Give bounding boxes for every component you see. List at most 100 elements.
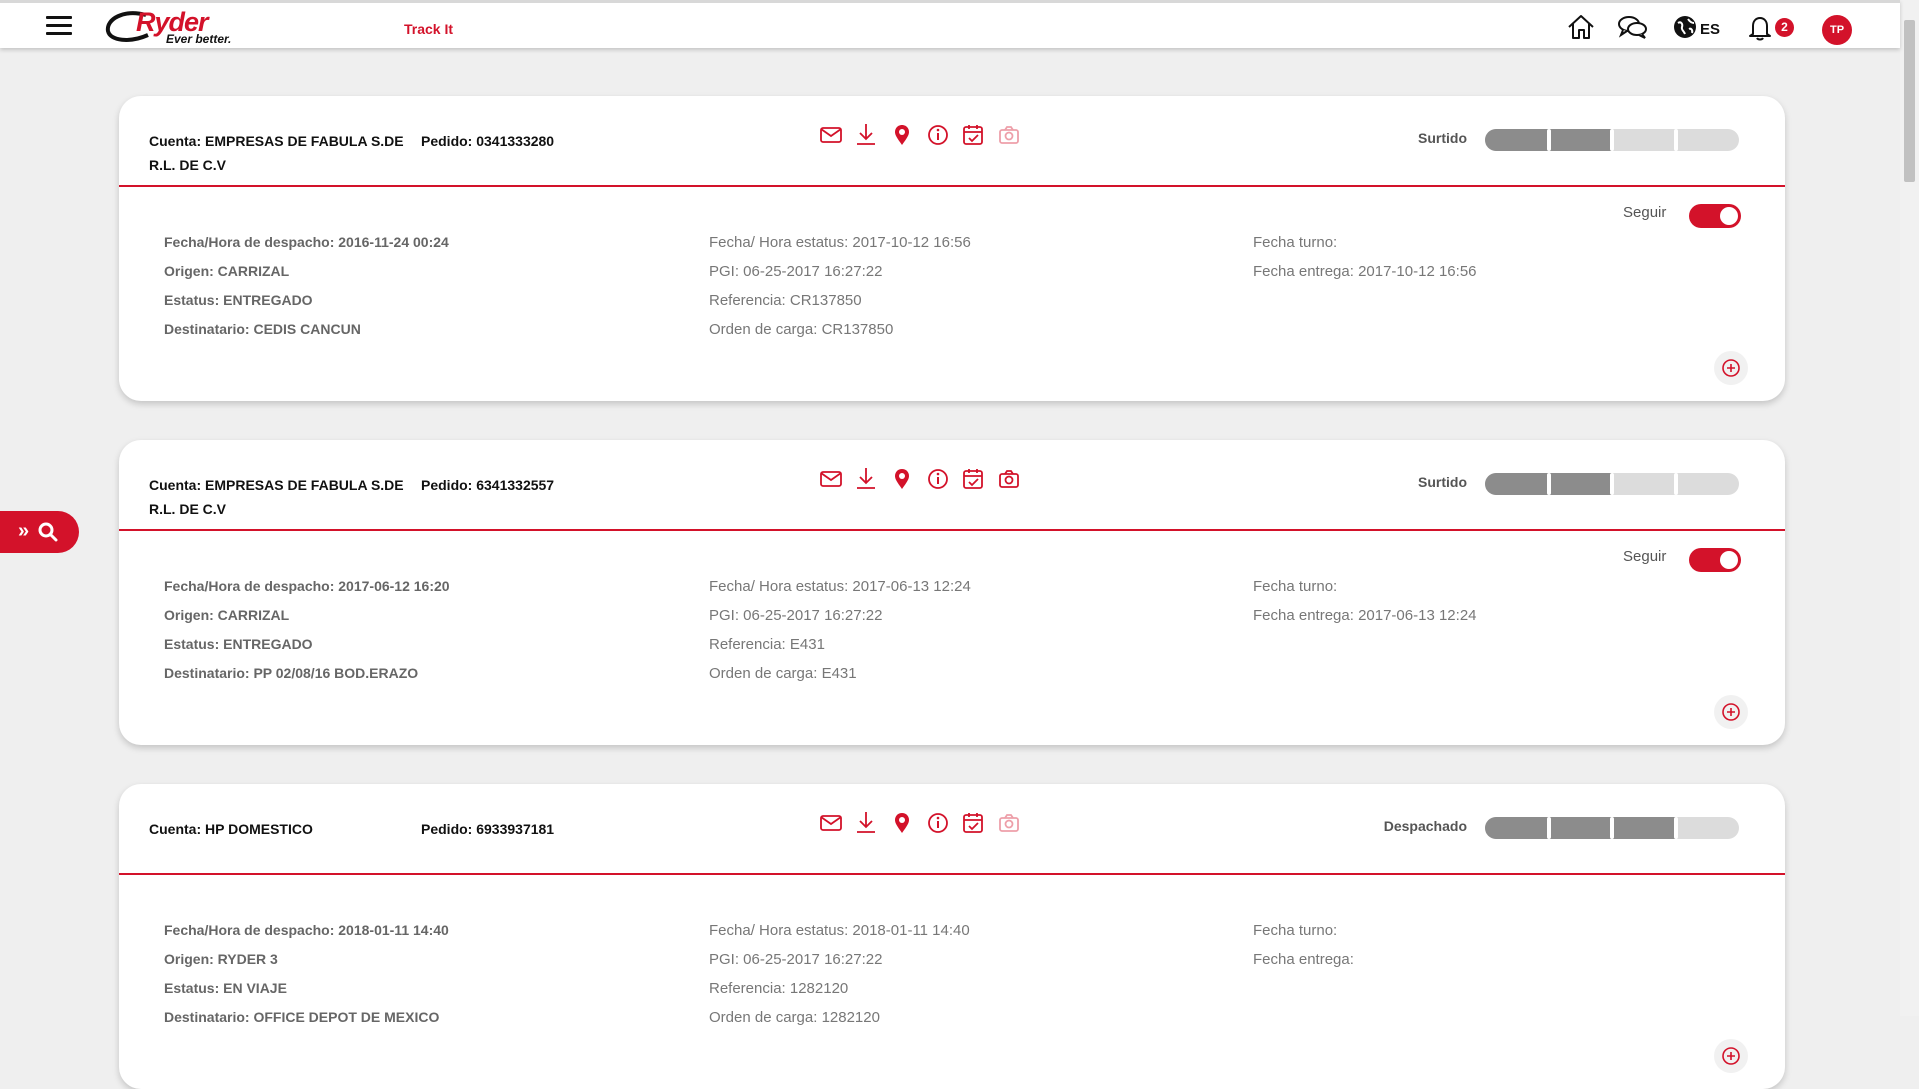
ryder-logo[interactable]: Ryder Ever better. [104, 7, 234, 49]
status-detail: Estatus: ENTREGADO [164, 292, 313, 308]
order-card-header: Cuenta: EMPRESAS DE FABULA S.DE R.L. DE … [119, 440, 1785, 531]
shipment-details-column: Fecha/Hora de despacho: 2016-11-24 00:24… [164, 228, 449, 344]
follow-label: Seguir [1623, 548, 1667, 565]
order-status-label: Despachado [1383, 818, 1467, 834]
order-number: Pedido: 0341333280 [421, 133, 555, 149]
shift-date: Fecha turno: [1253, 922, 1338, 939]
camera-icon[interactable] [995, 465, 1023, 493]
origin: Origen: CARRIZAL [164, 607, 290, 623]
order-card: Cuenta: HP DOMESTICO Pedido: 6933937181 [119, 784, 1785, 1089]
progress-step-completed [1485, 473, 1549, 495]
origin: Origen: RYDER 3 [164, 951, 278, 967]
progress-step-divider [1546, 129, 1551, 151]
chat-bubbles-icon[interactable] [1617, 13, 1649, 41]
follow-toggle[interactable] [1689, 204, 1741, 228]
shift-date: Fecha turno: [1253, 578, 1338, 595]
progress-step-completed [1485, 817, 1549, 839]
reference: Referencia: CR137850 [709, 292, 862, 309]
recipient: Destinatario: CEDIS CANCUN [164, 321, 361, 337]
status-datetime: Fecha/ Hora estatus: 2017-10-12 16:56 [709, 234, 971, 251]
download-icon[interactable] [852, 121, 880, 149]
plus-circle-icon [1722, 1047, 1740, 1065]
order-progress-bar [1485, 817, 1739, 839]
order-card-header: Cuenta: EMPRESAS DE FABULA S.DE R.L. DE … [119, 96, 1785, 187]
progress-step-divider [1673, 129, 1678, 151]
shift-date: Fecha turno: [1253, 234, 1338, 251]
hamburger-menu-icon[interactable] [46, 16, 72, 38]
delivery-details-column: Fecha turno: Fecha entrega: 2017-10-12 1… [1253, 228, 1477, 286]
order-card-header: Cuenta: HP DOMESTICO Pedido: 6933937181 [119, 784, 1785, 875]
follow-label: Seguir [1623, 204, 1667, 221]
bell-icon[interactable] [1748, 14, 1774, 42]
calendar-check-icon[interactable] [959, 809, 987, 837]
status-details-column: Fecha/ Hora estatus: 2017-06-13 12:24 PG… [709, 572, 971, 688]
globe-icon[interactable] [1673, 15, 1699, 41]
download-icon[interactable] [852, 809, 880, 837]
order-progress-bar [1485, 129, 1739, 151]
language-code[interactable]: ES [1700, 21, 1720, 38]
progress-step-divider [1673, 817, 1678, 839]
expand-details-button[interactable] [1714, 351, 1748, 385]
delivery-date: Fecha entrega: 2017-06-13 12:24 [1253, 607, 1477, 624]
dispatch-datetime: Fecha/Hora de despacho: 2018-01-11 14:40 [164, 922, 449, 938]
account-name: Cuenta: EMPRESAS DE FABULA S.DE R.L. DE … [149, 473, 419, 521]
load-order: Orden de carga: E431 [709, 665, 857, 682]
envelope-icon[interactable] [817, 465, 845, 493]
search-panel-toggle-button[interactable]: » [0, 511, 79, 553]
order-progress-bar [1485, 473, 1739, 495]
expand-details-button[interactable] [1714, 1039, 1748, 1073]
order-number: Pedido: 6933937181 [421, 821, 555, 837]
calendar-check-icon[interactable] [959, 121, 987, 149]
account-name-line2: R.L. DE C.V [149, 157, 227, 173]
progress-step-divider [1610, 817, 1614, 839]
notification-count-badge: 2 [1775, 18, 1794, 37]
progress-step-completed [1612, 817, 1676, 839]
map-pin-icon[interactable] [888, 121, 916, 149]
progress-step-completed [1548, 817, 1612, 839]
info-circle-icon[interactable] [924, 121, 952, 149]
plus-circle-icon [1722, 703, 1740, 721]
map-pin-icon[interactable] [888, 809, 916, 837]
order-status-label: Surtido [1418, 474, 1467, 490]
reference: Referencia: 1282120 [709, 980, 849, 997]
expand-details-button[interactable] [1714, 695, 1748, 729]
progress-step-divider [1546, 473, 1551, 495]
account-name: Cuenta: HP DOMESTICO [149, 817, 419, 841]
toggle-knob [1720, 207, 1738, 225]
account-name-line1: Cuenta: EMPRESAS DE FABULA S.DE [149, 133, 404, 149]
top-navigation-bar: Ryder Ever better. Track It ES 2 TP [0, 0, 1900, 48]
camera-icon[interactable] [995, 121, 1023, 149]
reference: Referencia: E431 [709, 636, 825, 653]
home-icon[interactable] [1566, 13, 1596, 41]
envelope-icon[interactable] [817, 121, 845, 149]
track-it-link[interactable]: Track It [404, 21, 453, 37]
user-avatar[interactable]: TP [1822, 15, 1852, 45]
plus-circle-icon [1722, 359, 1740, 377]
scrollbar-thumb[interactable] [1904, 20, 1915, 182]
info-circle-icon[interactable] [924, 809, 952, 837]
shipment-details-column: Fecha/Hora de despacho: 2017-06-12 16:20… [164, 572, 450, 688]
load-order: Orden de carga: CR137850 [709, 321, 894, 338]
progress-step-divider [1610, 129, 1614, 151]
pgi-datetime: PGI: 06-25-2017 16:27:22 [709, 607, 883, 624]
map-pin-icon[interactable] [888, 465, 916, 493]
order-card: Cuenta: EMPRESAS DE FABULA S.DE R.L. DE … [119, 440, 1785, 745]
progress-step-divider [1546, 817, 1551, 839]
progress-step-divider [1610, 473, 1614, 495]
calendar-check-icon[interactable] [959, 465, 987, 493]
order-number: Pedido: 6341332557 [421, 477, 555, 493]
info-circle-icon[interactable] [924, 465, 952, 493]
account-name: Cuenta: EMPRESAS DE FABULA S.DE R.L. DE … [149, 129, 419, 177]
camera-icon[interactable] [995, 809, 1023, 837]
double-chevron-right-icon: » [18, 520, 30, 542]
status-detail: Estatus: ENTREGADO [164, 636, 313, 652]
progress-step-completed [1485, 129, 1549, 151]
download-icon[interactable] [852, 465, 880, 493]
envelope-icon[interactable] [817, 809, 845, 837]
delivery-details-column: Fecha turno: Fecha entrega: [1253, 916, 1354, 974]
logo-tagline: Ever better. [166, 32, 232, 46]
status-detail: Estatus: EN VIAJE [164, 980, 287, 996]
progress-step-completed [1548, 473, 1612, 495]
follow-toggle[interactable] [1689, 548, 1741, 572]
account-name-line2: R.L. DE C.V [149, 501, 227, 517]
